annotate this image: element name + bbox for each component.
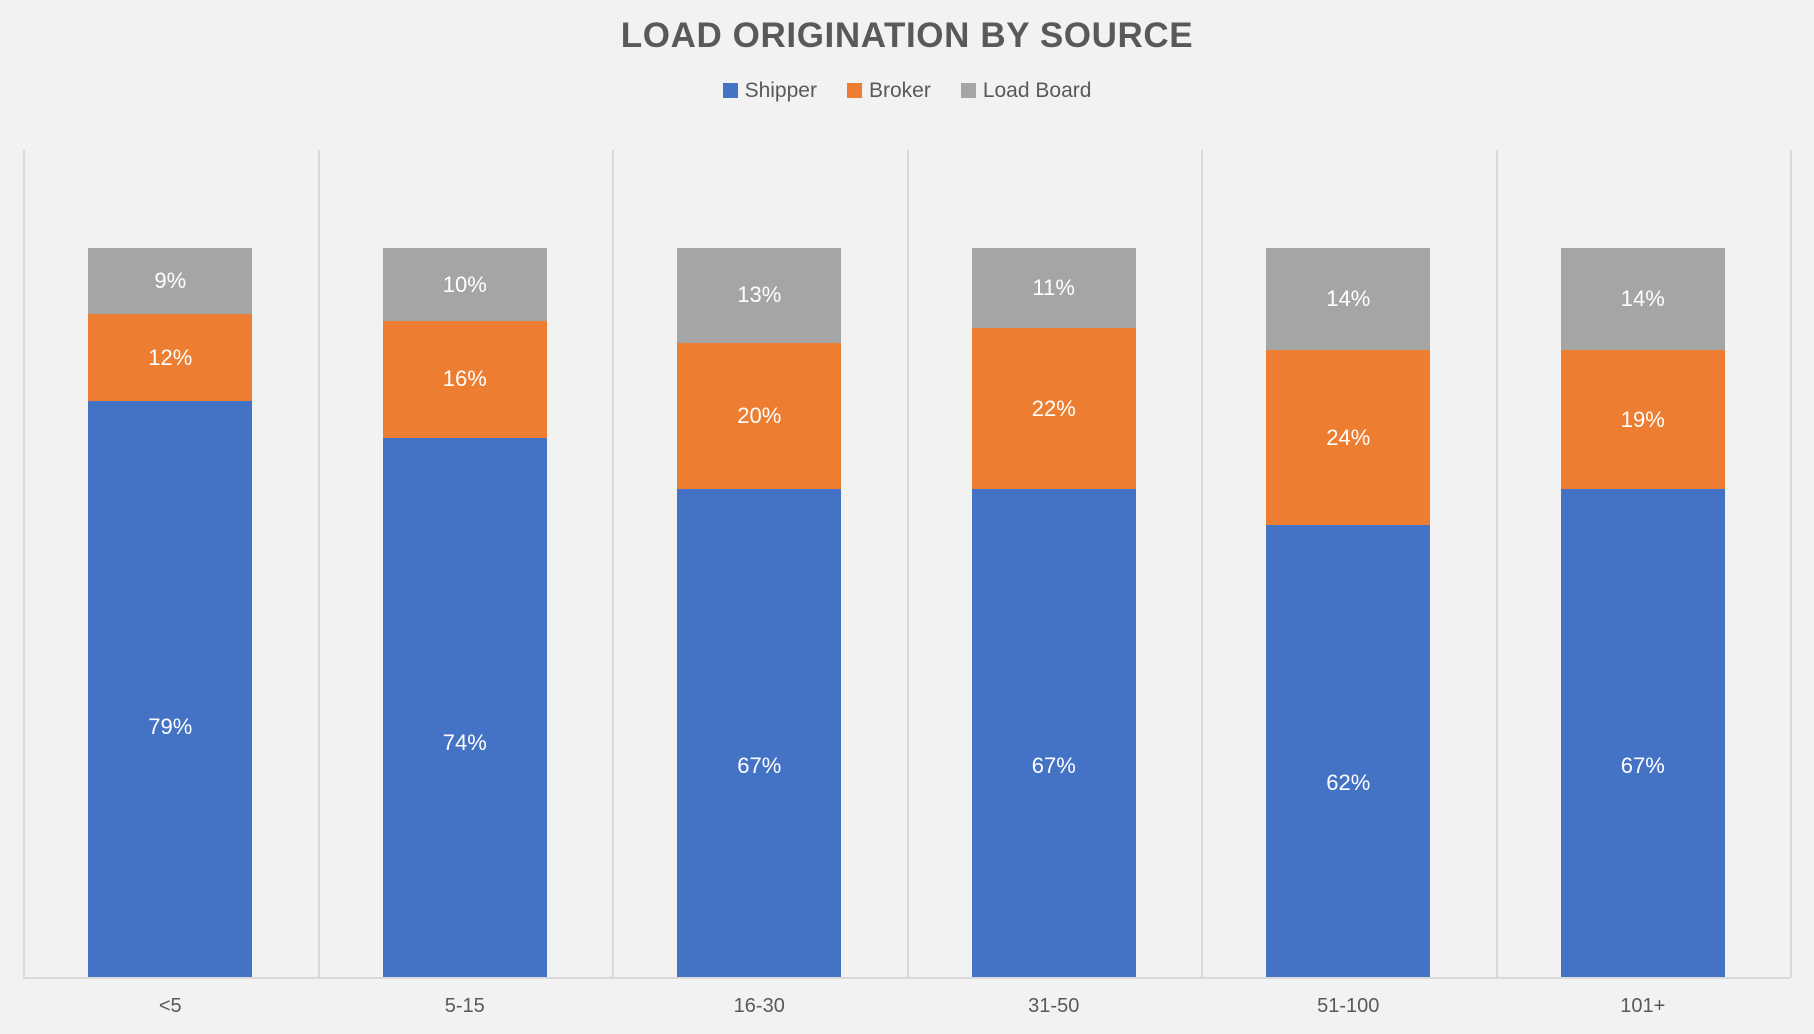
bar-segment-value-label: 24%: [1326, 424, 1371, 450]
bar-segment-broker[interactable]: 22%: [971, 328, 1136, 489]
bar-column[interactable]: 11% 22% 67%: [971, 248, 1136, 978]
legend-item-label: Broker: [868, 79, 931, 102]
x-axis-line: [23, 977, 1790, 979]
bar-segment-load-board[interactable]: 14%: [1266, 248, 1431, 351]
legend-item-shipper[interactable]: Shipper: [722, 79, 817, 102]
bar-segment-value-label: 67%: [1620, 753, 1665, 779]
category-gridline: [1201, 150, 1203, 978]
category-gridline: [317, 150, 320, 978]
bar-segment-value-label: 13%: [737, 282, 782, 308]
category-gridline: [1495, 150, 1498, 978]
bar-segment-load-board[interactable]: 11%: [971, 248, 1136, 329]
bar-segment-load-board[interactable]: 9%: [88, 248, 253, 314]
x-axis-tick-label: 5-15: [444, 995, 485, 1017]
bar-segment-value-label: 79%: [148, 713, 193, 739]
bar-segment-value-label: 19%: [1620, 406, 1665, 432]
bar-segment-value-label: 16%: [442, 366, 487, 392]
chart-legend: Shipper Broker Load Board: [0, 80, 1814, 101]
bar-segment-value-label: 20%: [737, 402, 782, 428]
bar-segment-value-label: 12%: [148, 344, 193, 370]
bar-column[interactable]: 13% 20% 67%: [677, 248, 842, 978]
category-gridline: [23, 150, 25, 978]
legend-swatch-icon: [846, 83, 862, 98]
bar-column[interactable]: 9% 12% 79%: [88, 248, 253, 978]
bar-segment-load-board[interactable]: 10%: [382, 248, 547, 322]
bar-segment-shipper[interactable]: 62%: [1266, 525, 1431, 978]
category-gridline: [612, 150, 614, 978]
bar-segment-value-label: 67%: [737, 753, 782, 779]
bar-segment-shipper[interactable]: 74%: [382, 437, 547, 978]
legend-swatch-icon: [722, 83, 738, 98]
plot-area: 9% 12% 79% 10% 16% 74% 13% 20% 67% 11% 22% 67% 14% 24…: [23, 150, 1792, 978]
x-axis-tick-label: 16-30: [733, 995, 785, 1017]
bar-segment-broker[interactable]: 16%: [382, 321, 547, 438]
category-gridline: [1790, 150, 1792, 978]
bar-segment-value-label: 62%: [1326, 770, 1371, 796]
bar-segment-value-label: 74%: [442, 730, 487, 756]
bar-segment-value-label: 67%: [1031, 753, 1076, 779]
chart-container: LOAD ORIGINATION BY SOURCE Shipper Broker…: [0, 0, 1814, 1034]
legend-item-broker[interactable]: Broker: [846, 79, 931, 102]
bar-segment-value-label: 14%: [1620, 286, 1665, 312]
legend-item-load-board[interactable]: Load Board: [960, 79, 1092, 102]
bar-segment-load-board[interactable]: 13%: [677, 248, 842, 343]
bar-column[interactable]: 14% 19% 67%: [1560, 248, 1725, 978]
bar-segment-shipper[interactable]: 67%: [971, 488, 1136, 978]
x-axis-tick-label: <5: [158, 995, 182, 1017]
bar-segment-broker[interactable]: 20%: [677, 342, 842, 489]
bar-segment-value-label: 11%: [1032, 275, 1075, 301]
x-axis-tick-label: 31-50: [1028, 995, 1080, 1017]
bar-segment-broker[interactable]: 12%: [88, 313, 253, 402]
bar-segment-broker[interactable]: 24%: [1266, 350, 1431, 526]
x-axis-tick-label: 101+: [1620, 995, 1666, 1017]
bar-segment-shipper[interactable]: 79%: [88, 401, 253, 978]
bar-column[interactable]: 10% 16% 74%: [382, 248, 547, 978]
legend-item-label: Load Board: [982, 79, 1092, 102]
bar-segment-value-label: 14%: [1326, 286, 1371, 312]
bar-segment-value-label: 10%: [442, 271, 487, 297]
chart-title: LOAD ORIGINATION BY SOURCE: [620, 16, 1194, 55]
bar-segment-shipper[interactable]: 67%: [1560, 488, 1725, 978]
bar-segment-value-label: 22%: [1031, 395, 1076, 421]
category-gridline: [906, 150, 909, 978]
bar-segment-shipper[interactable]: 67%: [677, 488, 842, 978]
legend-item-label: Shipper: [744, 79, 817, 102]
bar-segment-load-board[interactable]: 14%: [1560, 248, 1725, 351]
bar-segment-broker[interactable]: 19%: [1560, 350, 1725, 489]
x-axis-tick-label: 51-100: [1317, 995, 1380, 1017]
bar-column[interactable]: 14% 24% 62%: [1266, 248, 1431, 978]
legend-swatch-icon: [960, 83, 976, 98]
x-axis-category-labels: <5 5-15 16-30 31-50 51-100 101+: [23, 985, 1790, 1029]
bar-segment-value-label: 9%: [154, 267, 187, 293]
